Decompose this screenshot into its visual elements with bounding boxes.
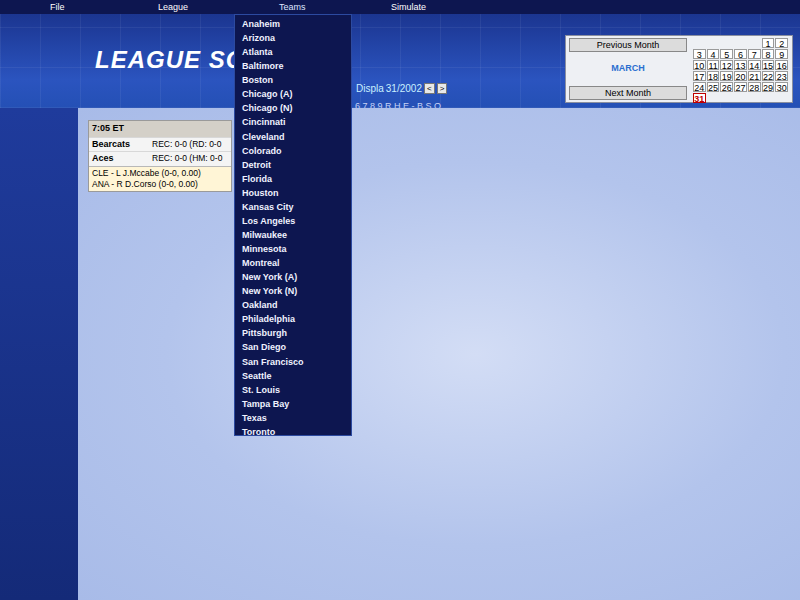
next-month-button[interactable]: Next Month xyxy=(569,86,687,100)
pitcher-line: CLE - L J.Mccabe (0-0, 0.00) xyxy=(92,168,228,179)
calendar-day[interactable]: 12 xyxy=(720,60,733,70)
date-row: Displa31/2002<> xyxy=(356,81,447,96)
team-menu-item[interactable]: Cincinnati xyxy=(242,115,351,129)
team-menu-item[interactable]: San Francisco xyxy=(242,355,351,369)
scores-panel: 7:05 ETBearcatsREC: 0-0 (RD: 0-0AcesREC:… xyxy=(78,108,800,600)
team-record: REC: 0-0 (HM: 0-0 xyxy=(152,152,222,165)
team-menu-item[interactable]: Montreal xyxy=(242,256,351,270)
calendar-controls: Previous Month MARCH Next Month xyxy=(569,38,687,100)
menu-item[interactable]: Simulate xyxy=(391,0,426,14)
game-time: 7:05 ET xyxy=(89,121,231,137)
team-menu-item[interactable]: San Diego xyxy=(242,340,351,354)
calendar-day[interactable]: 11 xyxy=(707,60,720,70)
team-menu-item[interactable]: St. Louis xyxy=(242,383,351,397)
calendar-day[interactable]: 22 xyxy=(762,71,775,81)
menu-bar: FileLeagueTeamsSimulate xyxy=(0,0,800,14)
calendar-day[interactable]: 30 xyxy=(775,82,788,92)
team-menu-item[interactable]: Texas xyxy=(242,411,351,425)
team-menu-item[interactable]: Cleveland xyxy=(242,130,351,144)
subtitle: Displa xyxy=(356,81,384,96)
team-menu-item[interactable]: Seattle xyxy=(242,369,351,383)
team-menu-item[interactable]: Colorado xyxy=(242,144,351,158)
calendar-day[interactable]: 26 xyxy=(720,82,733,92)
pitcher-line: ANA - R D.Corso (0-0, 0.00) xyxy=(92,179,228,190)
calendar-day[interactable]: 10 xyxy=(693,60,706,70)
menu-item[interactable]: File xyxy=(50,0,158,14)
calendar: Previous MonthMARCHNext Month12345678910… xyxy=(565,35,793,103)
calendar-day[interactable]: 29 xyxy=(762,82,775,92)
team-menu-item[interactable]: Atlanta xyxy=(242,45,351,59)
calendar-day[interactable]: 28 xyxy=(748,82,761,92)
teams-dropdown: AnaheimArizonaAtlantaBaltimoreBostonChic… xyxy=(234,14,352,436)
team-menu-item[interactable]: Oakland xyxy=(242,298,351,312)
calendar-day[interactable]: 25 xyxy=(707,82,720,92)
team-menu-item[interactable]: Tampa Bay xyxy=(242,397,351,411)
team-menu-item[interactable]: New York (A) xyxy=(242,270,351,284)
header: LEAGUE SCDispla31/2002<>6789RHE-BSO Previ… xyxy=(0,14,800,108)
calendar-day[interactable]: 18 xyxy=(707,71,720,81)
team-name: Bearcats xyxy=(92,138,152,152)
team-menu-item[interactable]: Los Angeles xyxy=(242,214,351,228)
calendar-day[interactable]: 7 xyxy=(748,49,761,59)
calendar-day[interactable]: 5 xyxy=(720,49,733,59)
calendar-day[interactable]: 17 xyxy=(693,71,706,81)
calendar-day[interactable]: 9 xyxy=(775,49,788,59)
team-menu-item[interactable]: Arizona xyxy=(242,31,351,45)
calendar-day[interactable]: 8 xyxy=(762,49,775,59)
team-menu-item[interactable]: Florida xyxy=(242,172,351,186)
calendar-day[interactable]: 3 xyxy=(693,49,706,59)
previous-month-button[interactable]: Previous Month xyxy=(569,38,687,52)
calendar-day[interactable]: 21 xyxy=(748,71,761,81)
calendar-day xyxy=(734,38,747,48)
team-menu-item[interactable]: Kansas City xyxy=(242,200,351,214)
calendar-day[interactable]: 27 xyxy=(734,82,747,92)
team-menu-item[interactable]: New York (N) xyxy=(242,284,351,298)
calendar-day[interactable]: 24 xyxy=(693,82,706,92)
calendar-day[interactable]: 23 xyxy=(775,71,788,81)
calendar-day[interactable]: 20 xyxy=(734,71,747,81)
team-menu-item[interactable]: Detroit xyxy=(242,158,351,172)
calendar-day xyxy=(693,38,706,48)
calendar-day[interactable]: 1 xyxy=(762,38,775,48)
team-menu-item[interactable]: Toronto xyxy=(242,425,351,439)
team-menu-item[interactable]: Philadelphia xyxy=(242,312,351,326)
calendar-day[interactable]: 19 xyxy=(720,71,733,81)
team-row: AcesREC: 0-0 (HM: 0-0 xyxy=(89,151,231,166)
team-record: REC: 0-0 (RD: 0-0 xyxy=(152,138,221,151)
calendar-day xyxy=(720,38,733,48)
prev-day-button[interactable]: < xyxy=(424,83,435,94)
calendar-day xyxy=(707,38,720,48)
next-day-button[interactable]: > xyxy=(437,83,448,94)
calendar-day[interactable]: 14 xyxy=(748,60,761,70)
main-area: 7:05 ETBearcatsREC: 0-0 (RD: 0-0AcesREC:… xyxy=(0,108,800,600)
calendar-day[interactable]: 15 xyxy=(762,60,775,70)
title-block: LEAGUE SCDispla31/2002<>6789RHE-BSO xyxy=(0,14,447,108)
calendar-day[interactable]: 4 xyxy=(707,49,720,59)
team-menu-item[interactable]: Boston xyxy=(242,73,351,87)
team-menu-item[interactable]: Houston xyxy=(242,186,351,200)
date-label: 31/2002 xyxy=(386,81,422,96)
team-menu-item[interactable]: Pittsburgh xyxy=(242,326,351,340)
team-row: BearcatsREC: 0-0 (RD: 0-0 xyxy=(89,137,231,152)
calendar-day[interactable]: 31 xyxy=(693,93,706,103)
calendar-day[interactable]: 16 xyxy=(775,60,788,70)
team-menu-item[interactable]: Milwaukee xyxy=(242,228,351,242)
calendar-day xyxy=(748,38,761,48)
menu-item[interactable]: League xyxy=(158,0,279,14)
calendar-day[interactable]: 2 xyxy=(775,38,788,48)
menu-item[interactable]: Teams xyxy=(279,0,391,14)
calendar-day[interactable]: 13 xyxy=(734,60,747,70)
left-strip xyxy=(0,108,78,600)
calendar-day[interactable]: 6 xyxy=(734,49,747,59)
team-menu-item[interactable]: Chicago (N) xyxy=(242,101,351,115)
team-menu-item[interactable]: Anaheim xyxy=(242,17,351,31)
calendar-grid: 1234567891011121314151617181920212223242… xyxy=(693,38,789,100)
game-box[interactable]: 7:05 ETBearcatsREC: 0-0 (RD: 0-0AcesREC:… xyxy=(88,120,232,192)
team-name: Aces xyxy=(92,152,152,166)
month-label: MARCH xyxy=(569,62,687,76)
team-menu-item[interactable]: Chicago (A) xyxy=(242,87,351,101)
pitchers: CLE - L J.Mccabe (0-0, 0.00)ANA - R D.Co… xyxy=(89,166,231,191)
team-menu-item[interactable]: Minnesota xyxy=(242,242,351,256)
team-menu-item[interactable]: Baltimore xyxy=(242,59,351,73)
